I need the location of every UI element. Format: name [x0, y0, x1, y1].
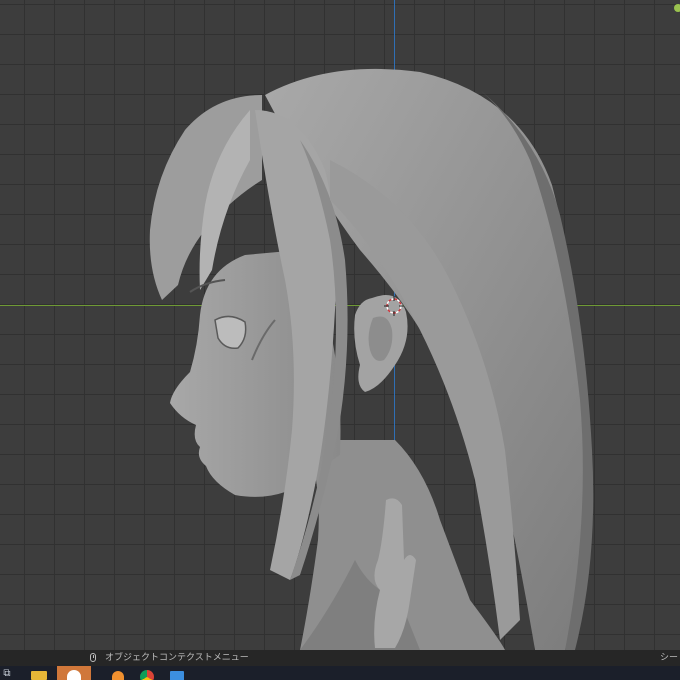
blender-icon[interactable] — [108, 667, 130, 680]
sculpt-model[interactable] — [0, 0, 680, 650]
status-right-text: シー — [659, 653, 678, 663]
start-icon[interactable]: ⧉ — [0, 667, 14, 680]
chrome-icon[interactable] — [136, 667, 158, 680]
active-app-icon[interactable] — [57, 666, 91, 680]
taskbar: ⧉ — [0, 666, 680, 680]
status-bar: オブジェクトコンテクストメニュー シー — [0, 650, 680, 666]
status-hint: オブジェクトコンテクストメニュー — [105, 653, 249, 663]
3d-viewport[interactable] — [0, 0, 680, 650]
mouse-icon — [90, 653, 96, 662]
app-icon[interactable] — [166, 667, 188, 680]
file-explorer-icon[interactable] — [28, 667, 50, 680]
